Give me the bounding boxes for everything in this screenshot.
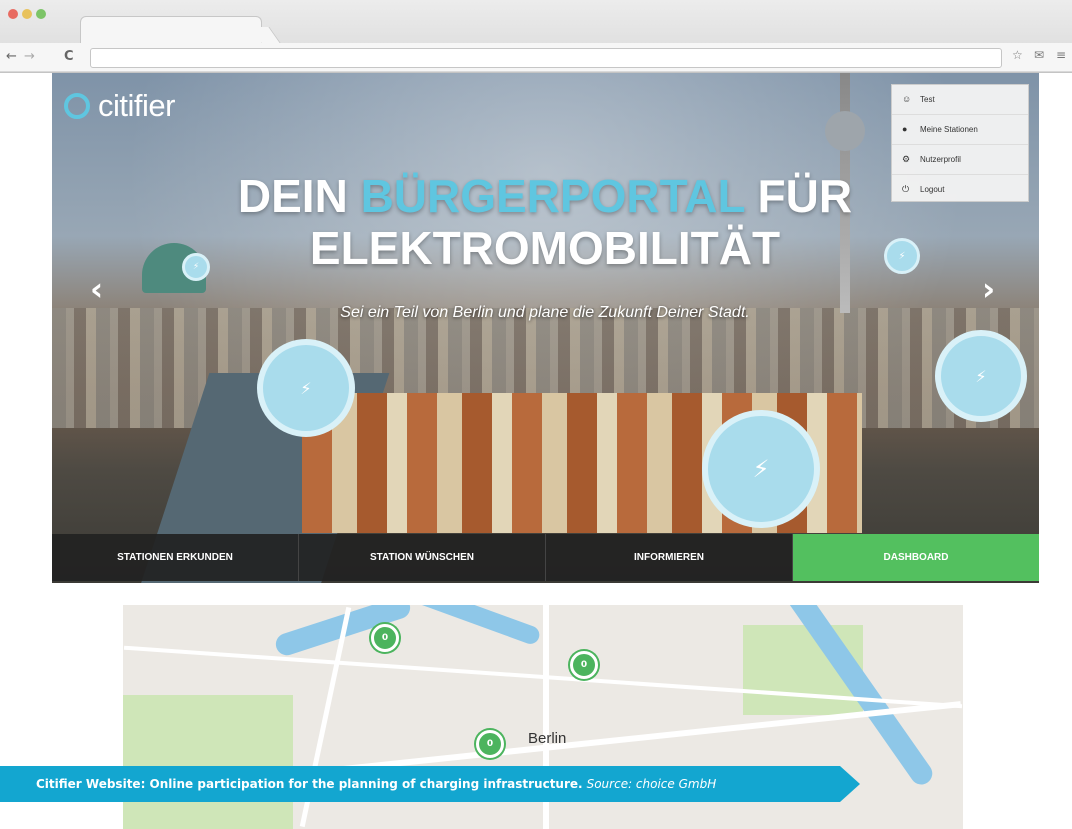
nav-request-station[interactable]: STATION WÜNSCHEN xyxy=(299,534,546,581)
map-station-marker[interactable]: 0 xyxy=(476,730,504,758)
menu-item-user-profile[interactable]: ⚙ Nutzerprofil xyxy=(892,145,1028,175)
map-city-label: Berlin xyxy=(528,730,567,747)
charging-plug-icon[interactable]: ⚡ xyxy=(702,410,820,528)
minimize-window-icon[interactable] xyxy=(22,9,32,19)
hero-subheadline: Sei ein Teil von Berlin und plane die Zu… xyxy=(340,304,750,321)
map-river xyxy=(404,605,542,647)
maximize-window-icon[interactable] xyxy=(36,9,46,19)
charging-plug-icon[interactable]: ⚡ xyxy=(182,253,210,281)
map-station-marker[interactable]: 0 xyxy=(570,651,598,679)
menu-item-logout[interactable]: ⏻ Logout xyxy=(892,175,1028,204)
browser-menu-icon[interactable]: ≡ xyxy=(1056,48,1066,62)
forward-icon[interactable]: → xyxy=(24,48,35,66)
tv-tower-sphere-image xyxy=(825,111,865,151)
caption-source: Source: choice GmbH xyxy=(586,777,717,791)
headline-part1: DEIN xyxy=(237,170,361,222)
browser-tab[interactable] xyxy=(80,16,262,43)
menu-item-label: Nutzerprofil xyxy=(920,155,961,164)
bookmark-star-icon[interactable]: ☆ xyxy=(1012,48,1023,62)
headline-part2: FÜR xyxy=(744,170,853,222)
url-bar[interactable] xyxy=(90,48,1002,68)
back-icon[interactable]: ← xyxy=(6,48,17,66)
map-park xyxy=(123,695,293,829)
reload-icon[interactable]: C xyxy=(64,48,74,66)
user-dropdown-menu: ☺ Test ● Meine Stationen ⚙ Nutzerprofil … xyxy=(891,84,1029,202)
map-station-marker[interactable]: 0 xyxy=(371,624,399,652)
logo-ring-icon xyxy=(64,93,90,119)
settings-icon: ⚙ xyxy=(902,154,911,164)
power-icon: ⏻ xyxy=(902,184,910,194)
carousel-prev-icon[interactable]: ‹ xyxy=(90,270,103,308)
user-avatar-icon: ☺ xyxy=(902,94,912,104)
citifier-logo[interactable]: citifier xyxy=(64,88,175,124)
person-icon: ● xyxy=(902,124,908,134)
charging-plug-icon[interactable]: ⚡ xyxy=(257,339,355,437)
extension-icon[interactable]: ✉ xyxy=(1034,48,1044,62)
caption-title: Citifier Website: Online participation f… xyxy=(36,777,583,791)
carousel-next-icon[interactable]: › xyxy=(982,270,995,308)
charging-plug-icon[interactable]: ⚡ xyxy=(884,238,920,274)
nav-dashboard[interactable]: DASHBOARD xyxy=(793,534,1039,581)
menu-item-label: Logout xyxy=(920,185,945,194)
headline-line2: ELEKTROMOBILITÄT xyxy=(309,222,781,274)
charging-plug-icon[interactable]: ⚡ xyxy=(935,330,1027,422)
menu-item-profile-name[interactable]: ☺ Test xyxy=(892,85,1028,115)
menu-item-my-stations[interactable]: ● Meine Stationen xyxy=(892,115,1028,145)
menu-item-label: Meine Stationen xyxy=(920,125,978,134)
figure-caption: Citifier Website: Online participation f… xyxy=(0,766,860,802)
headline-accent: BÜRGERPORTAL xyxy=(360,170,745,222)
menu-item-label: Test xyxy=(920,95,935,104)
nav-inform[interactable]: INFORMIEREN xyxy=(546,534,793,581)
main-navigation: STATIONEN ERKUNDEN STATION WÜNSCHEN INFO… xyxy=(52,534,1039,581)
logo-text: citifier xyxy=(98,88,175,123)
close-window-icon[interactable] xyxy=(8,9,18,19)
hero-headline: DEIN BÜRGERPORTAL FÜR ELEKTROMOBILITÄT xyxy=(200,170,890,274)
nav-explore-stations[interactable]: STATIONEN ERKUNDEN xyxy=(52,534,299,581)
